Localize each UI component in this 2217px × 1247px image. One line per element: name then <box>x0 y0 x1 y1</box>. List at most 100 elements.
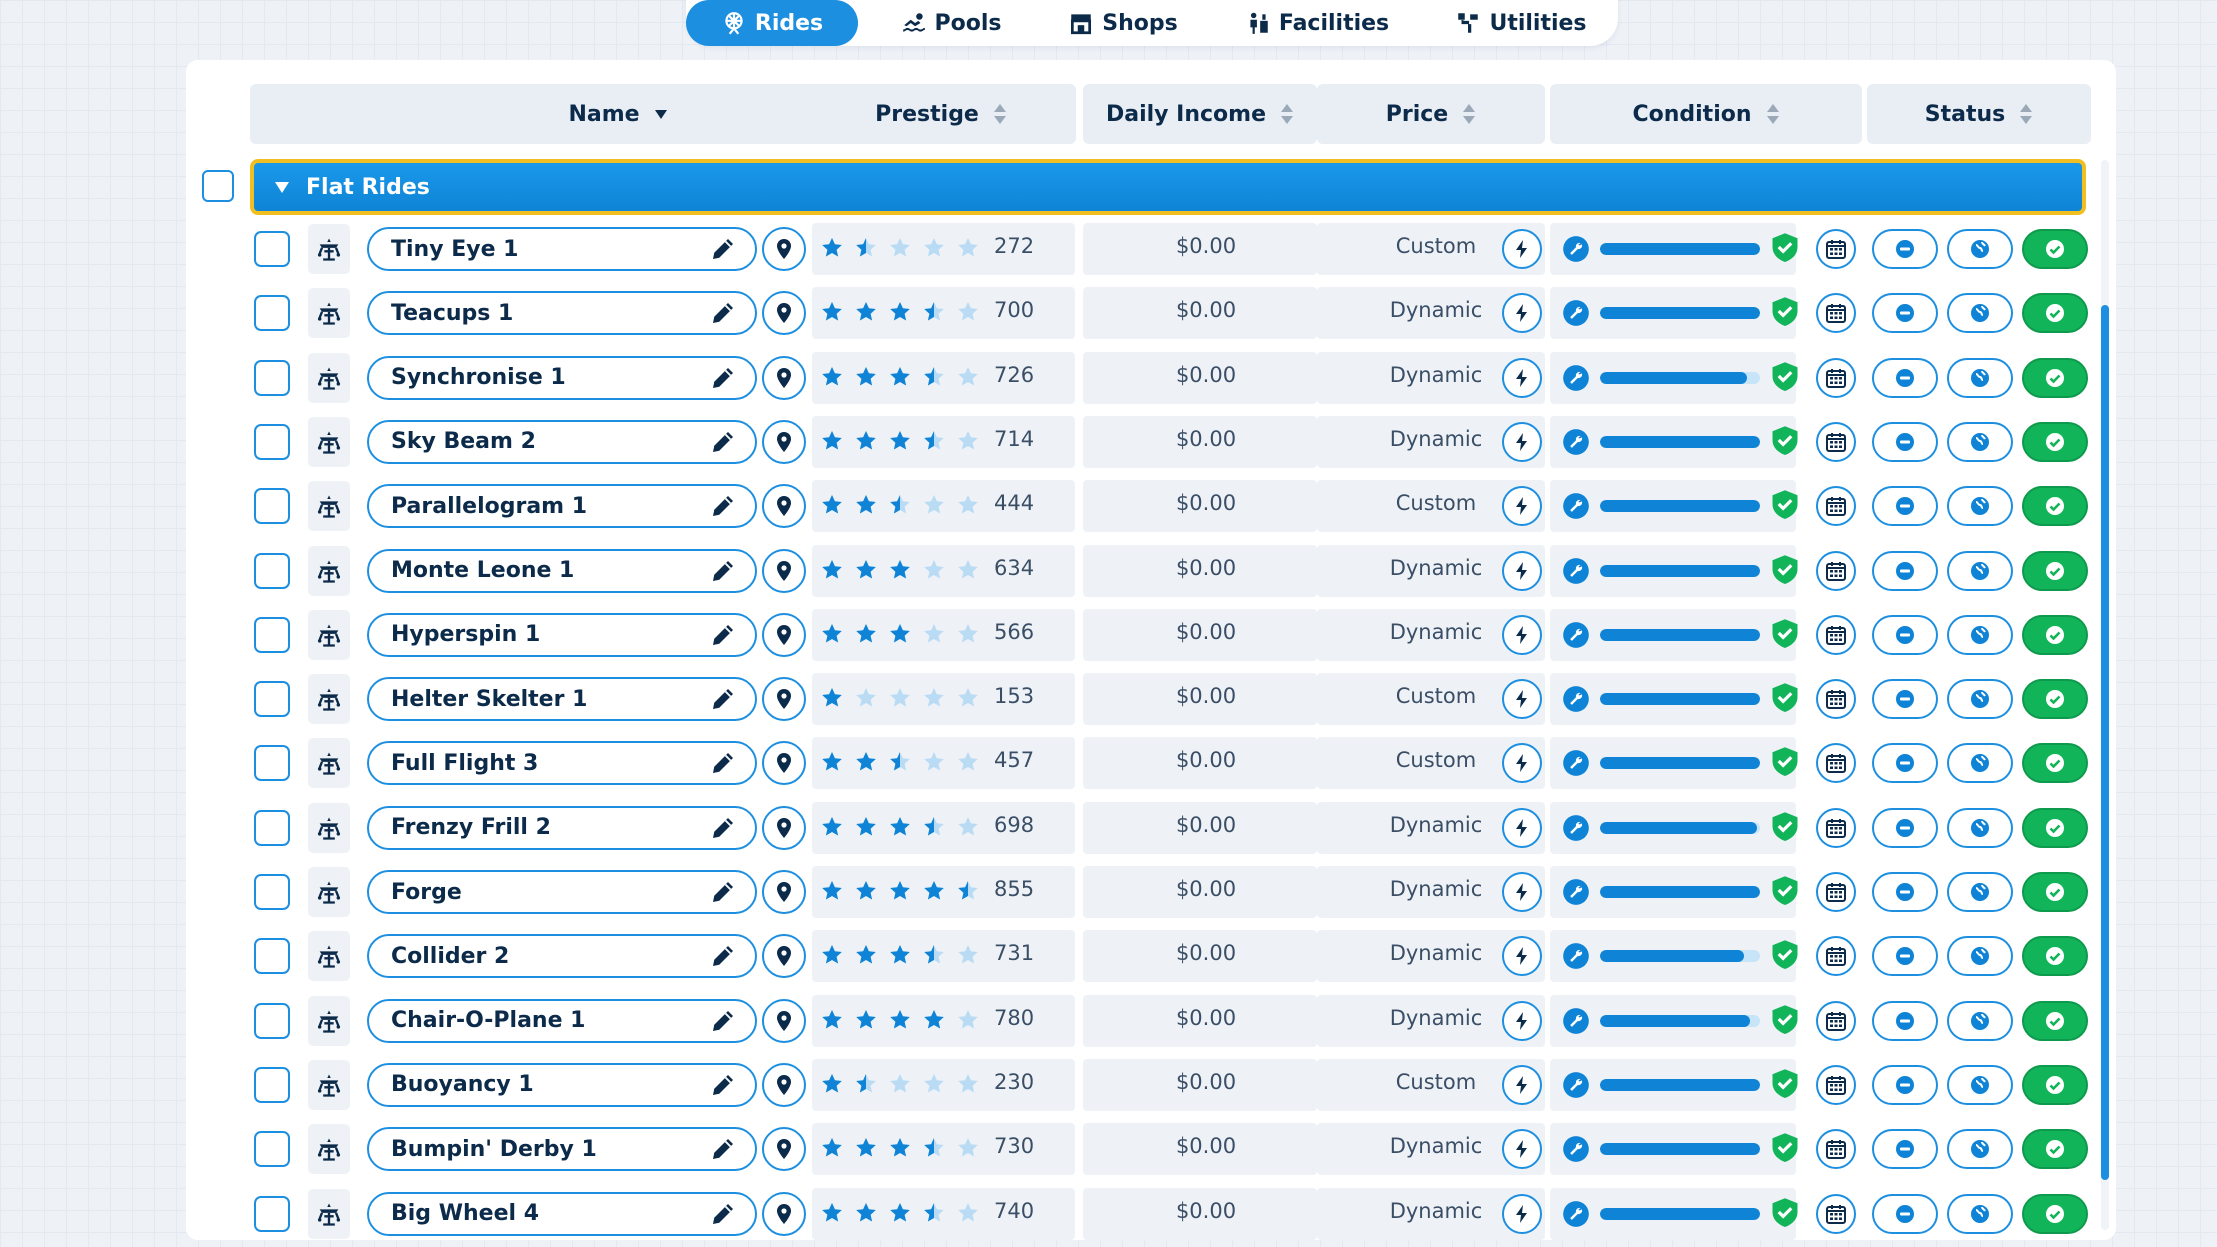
row-select-checkbox[interactable] <box>254 552 290 589</box>
edit-name-button[interactable] <box>708 748 738 778</box>
locate-ride-button[interactable] <box>762 870 806 914</box>
ride-name-field[interactable]: Big Wheel 4 <box>367 1191 757 1236</box>
schedule-button[interactable] <box>1816 550 1856 591</box>
locate-ride-button[interactable] <box>762 612 806 657</box>
group-header-flat-rides[interactable]: Flat Rides <box>250 159 2086 215</box>
test-ride-button[interactable] <box>1947 679 2013 720</box>
close-ride-button[interactable] <box>1872 293 1938 334</box>
breakdown-button[interactable] <box>1502 1129 1542 1170</box>
ride-name-field[interactable]: Parallelogram 1 <box>367 484 757 529</box>
edit-name-button[interactable] <box>708 1006 738 1036</box>
open-ride-button[interactable] <box>2022 550 2088 591</box>
locate-ride-button[interactable] <box>762 805 806 850</box>
ride-row[interactable]: Frenzy Frill 2 698 $0.00 Dynamic <box>186 799 2116 857</box>
tab-rides[interactable]: Rides <box>686 0 858 46</box>
locate-ride-button[interactable] <box>762 998 806 1043</box>
schedule-button[interactable] <box>1816 1064 1856 1105</box>
ride-name-field[interactable]: Chair-O-Plane 1 <box>367 998 757 1043</box>
breakdown-button[interactable] <box>1502 807 1542 848</box>
test-ride-button[interactable] <box>1947 743 2013 784</box>
row-select-checkbox[interactable] <box>254 809 290 846</box>
edit-name-button[interactable] <box>708 298 738 328</box>
edit-name-button[interactable] <box>708 363 738 393</box>
row-select-checkbox[interactable] <box>254 1131 290 1168</box>
group-select-checkbox[interactable] <box>202 170 234 202</box>
open-ride-button[interactable] <box>2022 1193 2088 1234</box>
test-ride-button[interactable] <box>1947 357 2013 398</box>
row-select-checkbox[interactable] <box>254 938 290 975</box>
edit-name-button[interactable] <box>708 234 738 264</box>
column-header-price[interactable]: Price <box>1317 84 1545 144</box>
column-header-prestige[interactable]: Prestige <box>806 84 1076 144</box>
ride-name-field[interactable]: Collider 2 <box>367 934 757 979</box>
test-ride-button[interactable] <box>1947 936 2013 977</box>
open-ride-button[interactable] <box>2022 807 2088 848</box>
schedule-button[interactable] <box>1816 229 1856 269</box>
open-ride-button[interactable] <box>2022 421 2088 462</box>
locate-ride-button[interactable] <box>762 1127 806 1172</box>
edit-name-button[interactable] <box>708 1134 738 1164</box>
breakdown-button[interactable] <box>1502 1000 1542 1041</box>
schedule-button[interactable] <box>1816 421 1856 462</box>
tab-pools[interactable]: Pools <box>876 0 1026 46</box>
close-ride-button[interactable] <box>1872 357 1938 398</box>
row-select-checkbox[interactable] <box>254 1002 290 1039</box>
locate-ride-button[interactable] <box>762 227 806 271</box>
row-select-checkbox[interactable] <box>254 616 290 653</box>
tab-facilities[interactable]: Facilities <box>1219 0 1415 46</box>
close-ride-button[interactable] <box>1872 421 1938 462</box>
close-ride-button[interactable] <box>1872 1193 1938 1234</box>
locate-ride-button[interactable] <box>762 548 806 593</box>
edit-name-button[interactable] <box>708 427 738 457</box>
locate-ride-button[interactable] <box>762 934 806 979</box>
ride-row[interactable]: Teacups 1 700 $0.00 Dynamic <box>186 284 2116 342</box>
ride-name-field[interactable]: Bumpin' Derby 1 <box>367 1127 757 1172</box>
row-select-checkbox[interactable] <box>254 231 290 267</box>
breakdown-button[interactable] <box>1502 357 1542 398</box>
edit-name-button[interactable] <box>708 491 738 521</box>
schedule-button[interactable] <box>1816 743 1856 784</box>
edit-name-button[interactable] <box>708 877 738 907</box>
ride-name-field[interactable]: Monte Leone 1 <box>367 548 757 593</box>
test-ride-button[interactable] <box>1947 614 2013 655</box>
schedule-button[interactable] <box>1816 936 1856 977</box>
schedule-button[interactable] <box>1816 872 1856 912</box>
column-header-status[interactable]: Status <box>1867 84 2091 144</box>
close-ride-button[interactable] <box>1872 1129 1938 1170</box>
tab-utilities[interactable]: Utilities <box>1436 0 1606 46</box>
open-ride-button[interactable] <box>2022 936 2088 977</box>
row-select-checkbox[interactable] <box>254 423 290 460</box>
ride-row[interactable]: Hyperspin 1 566 $0.00 Dynamic <box>186 606 2116 664</box>
test-ride-button[interactable] <box>1947 293 2013 334</box>
ride-row[interactable]: Collider 2 731 $0.00 Dynamic <box>186 927 2116 985</box>
breakdown-button[interactable] <box>1502 679 1542 720</box>
schedule-button[interactable] <box>1816 293 1856 334</box>
row-select-checkbox[interactable] <box>254 874 290 910</box>
column-header-condition[interactable]: Condition <box>1550 84 1862 144</box>
edit-name-button[interactable] <box>708 1199 738 1229</box>
close-ride-button[interactable] <box>1872 679 1938 720</box>
close-ride-button[interactable] <box>1872 614 1938 655</box>
schedule-button[interactable] <box>1816 357 1856 398</box>
edit-name-button[interactable] <box>708 941 738 971</box>
breakdown-button[interactable] <box>1502 872 1542 912</box>
test-ride-button[interactable] <box>1947 807 2013 848</box>
ride-row[interactable]: Sky Beam 2 714 $0.00 Dynamic <box>186 413 2116 471</box>
test-ride-button[interactable] <box>1947 1000 2013 1041</box>
breakdown-button[interactable] <box>1502 550 1542 591</box>
test-ride-button[interactable] <box>1947 1129 2013 1170</box>
open-ride-button[interactable] <box>2022 229 2088 269</box>
row-select-checkbox[interactable] <box>254 488 290 525</box>
breakdown-button[interactable] <box>1502 486 1542 527</box>
breakdown-button[interactable] <box>1502 229 1542 269</box>
edit-name-button[interactable] <box>708 684 738 714</box>
close-ride-button[interactable] <box>1872 743 1938 784</box>
locate-ride-button[interactable] <box>762 1062 806 1107</box>
ride-name-field[interactable]: Full Flight 3 <box>367 741 757 786</box>
open-ride-button[interactable] <box>2022 1129 2088 1170</box>
open-ride-button[interactable] <box>2022 357 2088 398</box>
close-ride-button[interactable] <box>1872 936 1938 977</box>
ride-row[interactable]: Buoyancy 1 230 $0.00 Custom <box>186 1056 2116 1114</box>
locate-ride-button[interactable] <box>762 741 806 786</box>
schedule-button[interactable] <box>1816 807 1856 848</box>
